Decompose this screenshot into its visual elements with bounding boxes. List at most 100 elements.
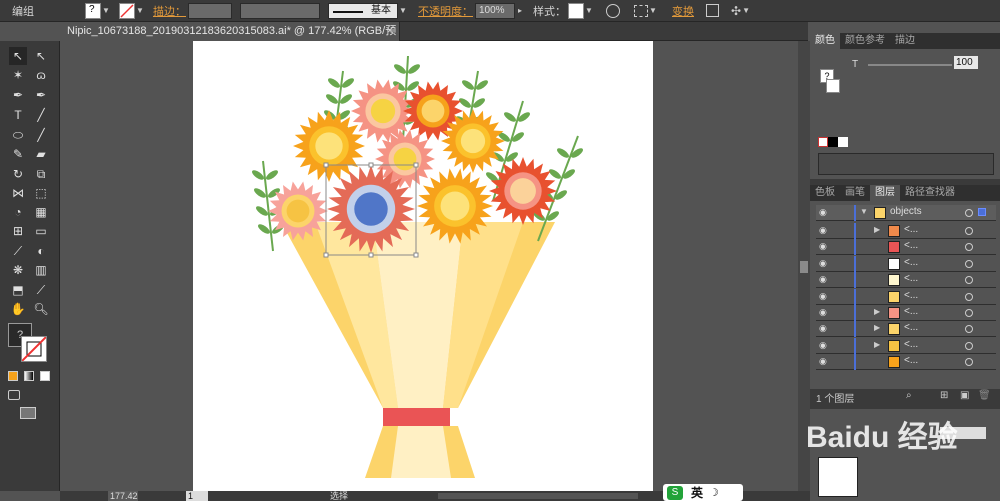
ime-mode-label[interactable]: 英 <box>691 484 703 501</box>
layer-row-sublayer[interactable]: ◉ ▶ <... <box>816 305 996 321</box>
shape-builder-tool-icon[interactable]: ◔ <box>9 203 27 221</box>
document-tab[interactable]: Nipic_10673188_20190312183620315083.ai* … <box>60 22 400 56</box>
direct-selection-tool-icon[interactable]: ↖ <box>32 47 50 65</box>
artboard-number-field[interactable]: 1 <box>186 491 208 501</box>
pen-tool-icon[interactable]: ✒ <box>9 86 27 104</box>
graphic-style-swatch[interactable] <box>568 2 584 19</box>
perspective-grid-tool-icon[interactable]: ▦ <box>32 203 50 221</box>
layer-row-sublayer[interactable]: ◉ ▶ <... <box>816 337 996 354</box>
line-tool-icon[interactable]: ╱ <box>32 106 50 124</box>
layer-row-sublayer[interactable]: ◉ <... <box>816 288 996 305</box>
none-swatch[interactable] <box>818 137 828 147</box>
eye-icon[interactable]: ◉ <box>819 226 829 235</box>
tab-pathfinder[interactable]: 路径查找器 <box>900 185 960 201</box>
target-icon[interactable] <box>965 341 973 350</box>
brush-definition-field[interactable]: 基本 <box>328 2 398 19</box>
target-icon[interactable] <box>965 243 973 252</box>
stroke-swatch[interactable] <box>119 2 135 19</box>
zoom-tool-icon[interactable]: 🔍︎ <box>32 300 50 318</box>
layer-row-sublayer[interactable]: ◉ ▶ <... <box>816 223 996 239</box>
trash-icon[interactable]: 🗑︎ <box>978 390 991 401</box>
eraser-tool-icon[interactable]: ▰ <box>32 145 50 163</box>
layer-row-sublayer[interactable]: ◉ <... <box>816 354 996 371</box>
width-tool-icon[interactable]: ⋈ <box>9 184 27 202</box>
layer-row-sublayer[interactable]: ◉ ▶ <... <box>816 321 996 338</box>
align-icon[interactable] <box>634 4 648 17</box>
layer-row-sublayer[interactable]: ◉ <... <box>816 239 996 256</box>
chevron-down-icon[interactable]: ▼ <box>741 3 751 19</box>
eye-icon[interactable]: ◉ <box>819 357 829 366</box>
flower-bouquet-illustration[interactable] <box>193 41 653 491</box>
color-stroke-box[interactable] <box>826 79 840 93</box>
layer-row-objects[interactable]: ◉ ▼ objects <box>816 205 996 221</box>
target-icon[interactable] <box>965 309 973 317</box>
none-mode-button[interactable] <box>40 371 50 381</box>
tab-stroke[interactable]: 描边 <box>890 33 920 49</box>
chevron-right-icon[interactable]: ▸ <box>515 3 525 19</box>
scale-tool-icon[interactable]: ⧉ <box>32 165 50 183</box>
chevron-down-icon[interactable]: ▼ <box>101 3 111 19</box>
tab-color[interactable]: 颜色 <box>810 33 840 49</box>
tint-field[interactable]: 100 <box>954 56 978 69</box>
selection-tool-icon[interactable]: ↖ <box>9 47 27 65</box>
pencil-tool-icon[interactable]: ✎ <box>9 145 27 163</box>
tab-brushes[interactable]: 画笔 <box>840 185 870 201</box>
blend-tool-icon[interactable]: ◐ <box>32 242 50 260</box>
fill-swatch[interactable]: ? <box>85 2 101 19</box>
target-icon[interactable] <box>965 209 973 217</box>
eye-icon[interactable]: ◉ <box>819 291 829 301</box>
gradient-mode-button[interactable] <box>24 371 34 381</box>
ellipse-tool-icon[interactable]: ⬭ <box>9 126 27 144</box>
draw-mode-icon[interactable] <box>8 390 20 400</box>
target-icon[interactable] <box>965 227 973 235</box>
tab-layers[interactable]: 图层 <box>870 185 900 201</box>
free-transform-tool-icon[interactable]: ⬚ <box>32 184 50 202</box>
transform-bounds-icon[interactable] <box>706 4 719 17</box>
chevron-down-icon[interactable]: ▼ <box>135 3 145 19</box>
close-icon[interactable]: × <box>387 22 393 41</box>
opacity-field[interactable]: 100% <box>475 2 515 19</box>
layer-row-sublayer[interactable]: ◉ <... <box>816 272 996 289</box>
stroke-label[interactable]: 描边： <box>153 3 186 19</box>
target-icon[interactable] <box>965 292 973 301</box>
layer-row-sublayer[interactable]: ◉ <... <box>816 255 996 272</box>
selection-indicator[interactable] <box>978 208 986 216</box>
tab-color-guide[interactable]: 颜色参考 <box>840 33 890 49</box>
eye-icon[interactable]: ◉ <box>819 340 829 350</box>
color-mode-button[interactable] <box>8 371 18 381</box>
transform-label[interactable]: 变换 <box>672 3 694 19</box>
column-graph-tool-icon[interactable]: ▥ <box>32 261 50 279</box>
type-tool-icon[interactable]: T <box>9 106 27 124</box>
new-sublayer-icon[interactable]: ⊞ <box>940 390 948 401</box>
eye-icon[interactable]: ◉ <box>819 242 829 251</box>
fill-stroke-widget[interactable]: ? <box>8 323 48 363</box>
screen-mode-icon[interactable] <box>20 407 36 419</box>
chevron-down-icon[interactable]: ▼ <box>648 3 658 19</box>
opacity-label[interactable]: 不透明度： <box>418 3 473 19</box>
lasso-tool-icon[interactable]: ɷ <box>32 66 50 84</box>
chevron-right-icon[interactable]: ▶ <box>874 340 880 349</box>
target-icon[interactable] <box>965 325 973 334</box>
eye-icon[interactable]: ◉ <box>819 324 829 333</box>
target-icon[interactable] <box>965 259 973 268</box>
gradient-tool-icon[interactable]: ▭ <box>32 222 50 240</box>
target-icon[interactable] <box>965 358 973 367</box>
hand-tool-icon[interactable]: ✋ <box>9 300 27 318</box>
stroke-weight-field[interactable] <box>188 2 232 19</box>
rotate-tool-icon[interactable]: ↻ <box>9 165 27 183</box>
tint-slider[interactable] <box>868 64 952 66</box>
eye-icon[interactable]: ◉ <box>819 258 829 268</box>
isolate-icon[interactable]: ✣ <box>731 4 741 18</box>
chevron-down-icon[interactable]: ▼ <box>398 3 408 19</box>
mesh-tool-icon[interactable]: ⊞ <box>9 222 27 240</box>
scroll-thumb[interactable] <box>800 261 808 273</box>
magic-wand-tool-icon[interactable]: ✶ <box>9 66 27 84</box>
horizontal-scrollbar[interactable] <box>438 493 638 499</box>
locate-object-icon[interactable]: ⌕ <box>906 390 912 401</box>
moon-icon[interactable]: ☽ <box>709 486 719 499</box>
paintbrush-tool-icon[interactable]: ╱ <box>32 126 50 144</box>
eyedropper-tool-icon[interactable]: ⟋ <box>9 242 27 260</box>
stroke-box[interactable] <box>21 336 47 362</box>
eye-icon[interactable]: ◉ <box>819 308 829 317</box>
chevron-right-icon[interactable]: ▶ <box>874 323 880 332</box>
